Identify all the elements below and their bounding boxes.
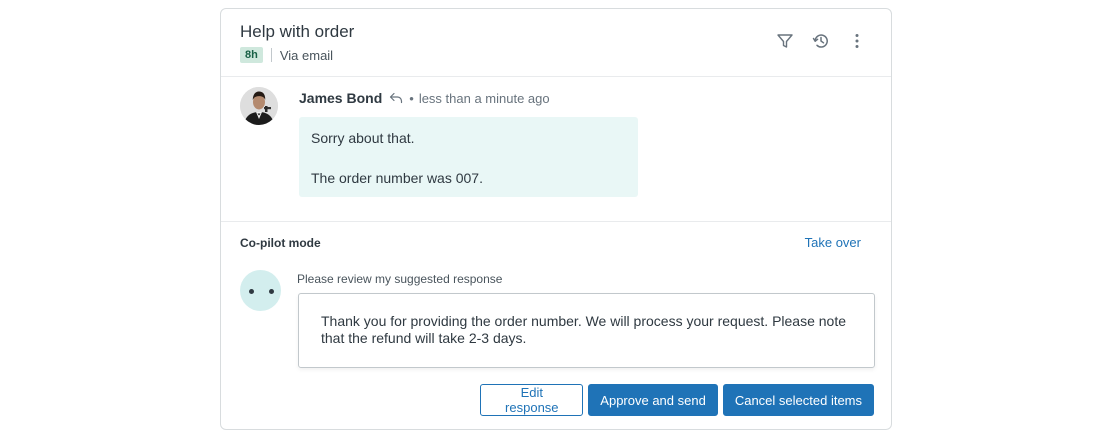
ticket-meta: 8h Via email (240, 47, 333, 63)
more-vertical-icon[interactable] (847, 31, 867, 51)
copilot-title: Co-pilot mode (240, 236, 321, 250)
take-over-link[interactable]: Take over (805, 235, 861, 250)
header-actions (775, 31, 867, 51)
message-meta: James Bond • less than a minute ago (299, 90, 550, 106)
suggestion-label: Please review my suggested response (297, 272, 503, 286)
message: James Bond • less than a minute ago Sorr… (240, 87, 870, 217)
ticket-header: Help with order 8h Via email (221, 9, 891, 77)
message-bubble: Sorry about that. The order number was 0… (299, 117, 638, 197)
suggested-response[interactable]: Thank you for providing the order number… (298, 293, 875, 368)
ticket-title: Help with order (240, 22, 355, 41)
bot-eye-icon (269, 289, 274, 294)
ticket-panel: Help with order 8h Via email James Bond … (220, 8, 892, 430)
bot-eye-icon (249, 289, 254, 294)
cancel-selected-items-button[interactable]: Cancel selected items (722, 384, 874, 416)
channel-label: Via email (279, 47, 334, 63)
action-buttons: Edit response Approve and send Cancel se… (480, 384, 874, 416)
message-time: less than a minute ago (418, 90, 550, 106)
message-line: Sorry about that. (311, 130, 415, 146)
age-badge: 8h (240, 47, 263, 63)
meta-divider (270, 48, 272, 62)
section-divider (221, 221, 891, 222)
filter-icon[interactable] (775, 31, 795, 51)
avatar (240, 87, 278, 125)
message-line: The order number was 007. (311, 170, 483, 186)
approve-and-send-button[interactable]: Approve and send (588, 384, 718, 416)
edit-response-button[interactable]: Edit response (480, 384, 584, 416)
history-icon[interactable] (811, 31, 831, 51)
reply-icon (389, 92, 403, 104)
meta-dot: • (409, 90, 414, 106)
bot-avatar (240, 270, 281, 311)
author-name: James Bond (299, 90, 383, 106)
